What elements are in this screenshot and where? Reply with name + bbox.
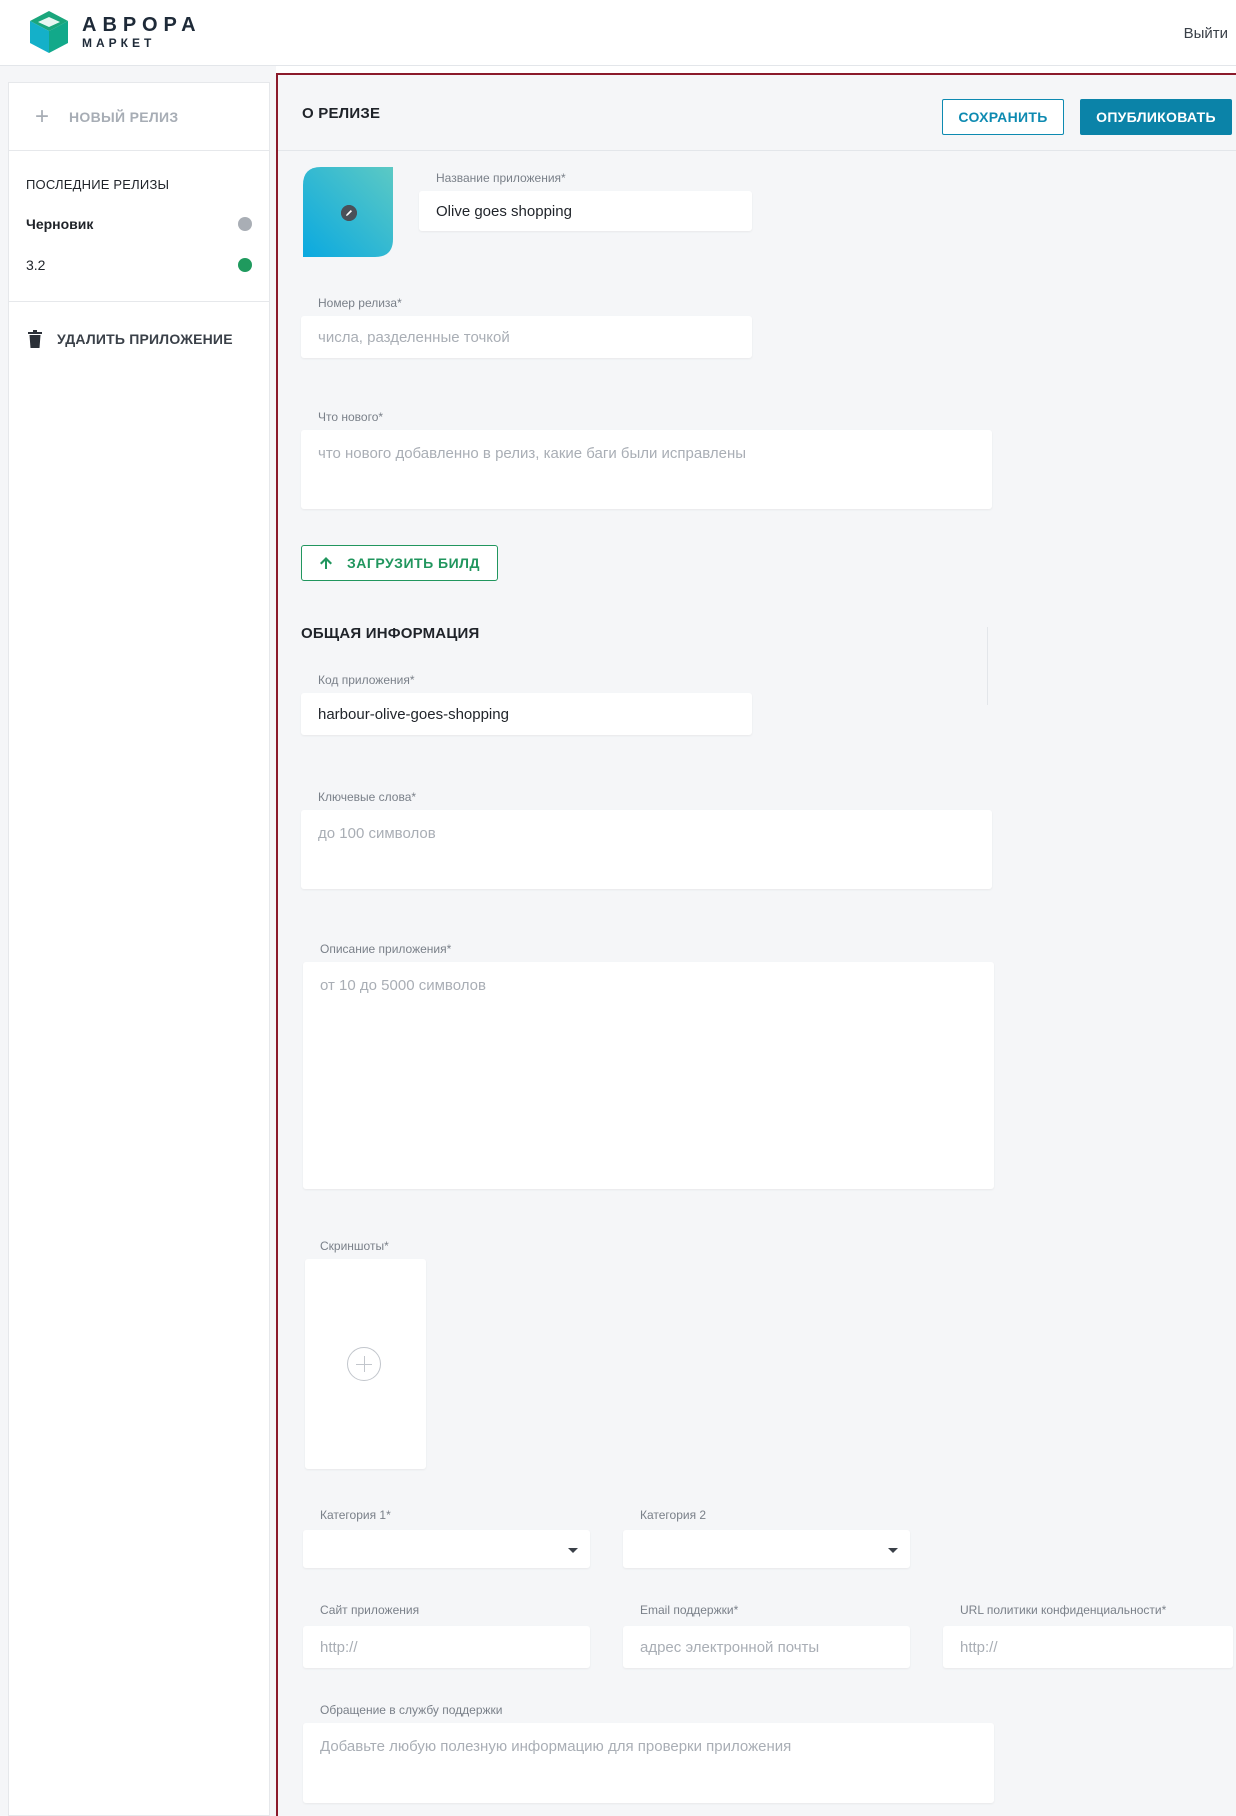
release-name: 3.2: [26, 257, 46, 273]
add-screenshot-button[interactable]: [305, 1259, 426, 1469]
recent-releases: ПОСЛЕДНИЕ РЕЛИЗЫ Черновик 3.2: [9, 151, 269, 302]
cube-logo-icon: [30, 11, 68, 53]
upload-build-button[interactable]: ЗАГРУЗИТЬ БИЛД: [301, 545, 498, 581]
privacy-url-input[interactable]: [943, 1626, 1233, 1668]
keywords-textarea[interactable]: [301, 810, 992, 889]
release-item-draft[interactable]: Черновик: [26, 214, 252, 234]
app-code-label: Код приложения*: [318, 673, 415, 687]
logout-link[interactable]: Выйти: [1184, 25, 1228, 42]
status-dot-icon: [238, 217, 252, 231]
recent-releases-title: ПОСЛЕДНИЕ РЕЛИЗЫ: [26, 177, 170, 192]
sidebar-panel: + НОВЫЙ РЕЛИЗ ПОСЛЕДНИЕ РЕЛИЗЫ Черновик …: [8, 82, 270, 1816]
delete-app-button[interactable]: УДАЛИТЬ ПРИЛОЖЕНИЕ: [9, 302, 269, 376]
app-code-input[interactable]: [301, 693, 752, 735]
plus-icon: +: [35, 102, 50, 130]
brand-logo[interactable]: АВРОРА МАРКЕТ: [28, 9, 202, 55]
release-name: Черновик: [26, 216, 94, 232]
category2-label: Категория 2: [640, 1508, 707, 1522]
chevron-down-icon: [568, 1548, 578, 1553]
delete-app-label: УДАЛИТЬ ПРИЛОЖЕНИЕ: [57, 331, 233, 347]
app-name-label: Название приложения*: [436, 171, 566, 185]
general-info-title: ОБЩАЯ ИНФОРМАЦИЯ: [301, 625, 480, 642]
new-release-label: НОВЫЙ РЕЛИЗ: [69, 108, 179, 125]
plus-circle-icon: [347, 1347, 381, 1381]
upload-build-label: ЗАГРУЗИТЬ БИЛД: [347, 555, 480, 571]
website-label: Сайт приложения: [320, 1603, 420, 1617]
website-input[interactable]: [303, 1626, 590, 1668]
release-item-3-2[interactable]: 3.2: [26, 255, 252, 275]
support-note-textarea[interactable]: [303, 1723, 994, 1803]
release-number-input[interactable]: [301, 316, 752, 358]
screenshots-label: Скриншоты*: [320, 1239, 389, 1253]
top-header: АВРОРА МАРКЕТ Выйти: [0, 0, 1236, 66]
form-header: О РЕЛИЗЕ СОХРАНИТЬ ОПУБЛИКОВАТЬ: [278, 75, 1236, 151]
divider: [987, 627, 988, 705]
status-dot-icon: [238, 258, 252, 272]
save-button[interactable]: СОХРАНИТЬ: [942, 99, 1064, 135]
privacy-url-label: URL политики конфиденциальности*: [960, 1603, 1167, 1617]
edit-pencil-icon[interactable]: [341, 205, 357, 221]
category2-select[interactable]: [623, 1530, 910, 1568]
new-release-button[interactable]: + НОВЫЙ РЕЛИЗ: [9, 83, 269, 151]
category1-label: Категория 1*: [320, 1508, 391, 1522]
release-number-label: Номер релиза*: [318, 296, 402, 310]
whats-new-label: Что нового*: [318, 410, 384, 424]
publish-button[interactable]: ОПУБЛИКОВАТЬ: [1080, 99, 1232, 135]
sidebar: + НОВЫЙ РЕЛИЗ ПОСЛЕДНИЕ РЕЛИЗЫ Черновик …: [0, 66, 276, 1816]
description-textarea[interactable]: [303, 962, 994, 1189]
app-name-input[interactable]: [419, 191, 752, 231]
page-title: О РЕЛИЗЕ: [302, 105, 381, 122]
chevron-down-icon: [888, 1548, 898, 1553]
brand-subtitle: МАРКЕТ: [82, 36, 156, 50]
support-email-input[interactable]: [623, 1626, 910, 1668]
brand-name: АВРОРА: [82, 14, 202, 36]
trash-icon: [28, 330, 42, 348]
support-note-label: Обращение в службу поддержки: [320, 1703, 503, 1717]
support-email-label: Email поддержки*: [640, 1603, 739, 1617]
release-form: О РЕЛИЗЕ СОХРАНИТЬ ОПУБЛИКОВАТЬ Название…: [276, 73, 1236, 1816]
description-label: Описание приложения*: [320, 942, 452, 956]
category1-select[interactable]: [303, 1530, 590, 1568]
whats-new-textarea[interactable]: [301, 430, 992, 509]
arrow-up-icon: [320, 557, 332, 569]
keywords-label: Ключевые слова*: [318, 790, 417, 804]
